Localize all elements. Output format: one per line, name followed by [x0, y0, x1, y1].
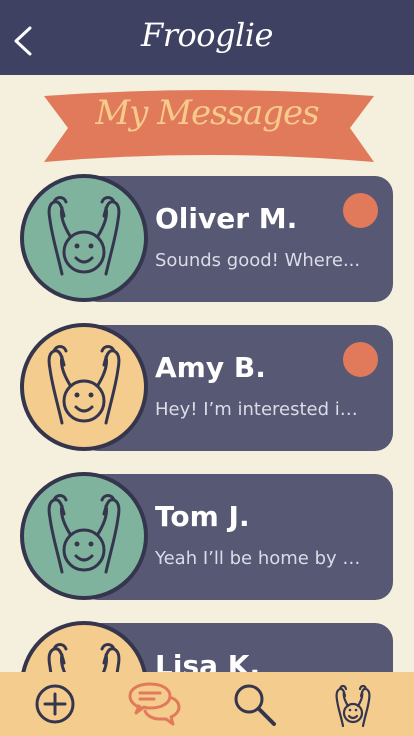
search-icon — [234, 684, 276, 726]
page-title: My Messages — [95, 93, 319, 133]
avatar-face-icon — [47, 196, 121, 276]
message-preview: Sounds good! Where... — [155, 250, 361, 271]
message-item[interactable]: Lisa K. — [20, 621, 393, 672]
message-item[interactable]: Oliver M. Sounds good! Where... — [20, 174, 393, 302]
avatar — [20, 323, 148, 451]
unread-indicator — [343, 193, 378, 228]
message-preview: Hey! I’m interested in... — [155, 399, 365, 420]
message-preview: Yeah I’ll be home by a... — [155, 548, 365, 569]
bottom-nav — [0, 672, 414, 736]
avatar-face-icon — [47, 345, 121, 425]
profile-icon — [335, 684, 371, 728]
avatar-face-icon — [47, 643, 121, 672]
contact-name: Amy B. — [155, 351, 266, 384]
messages-icon — [128, 682, 181, 726]
app-title: Frooglie — [141, 16, 273, 54]
avatar — [20, 472, 148, 600]
app-header: Frooglie — [0, 0, 414, 75]
add-icon — [35, 684, 75, 724]
message-list[interactable]: Oliver M. Sounds good! Where... Amy B. H… — [0, 172, 414, 672]
messages-tab[interactable] — [126, 680, 182, 728]
avatar — [20, 174, 148, 302]
contact-name: Tom J. — [155, 500, 250, 533]
contact-name: Lisa K. — [155, 649, 261, 672]
avatar — [20, 621, 148, 672]
contact-name: Oliver M. — [155, 202, 298, 235]
message-item[interactable]: Amy B. Hey! I’m interested in... — [20, 323, 393, 451]
search-button[interactable] — [230, 680, 278, 728]
avatar-face-icon — [47, 494, 121, 574]
unread-indicator — [343, 342, 378, 377]
message-item[interactable]: Tom J. Yeah I’ll be home by a... — [20, 472, 393, 600]
add-button[interactable] — [31, 680, 79, 728]
profile-button[interactable] — [329, 680, 377, 728]
